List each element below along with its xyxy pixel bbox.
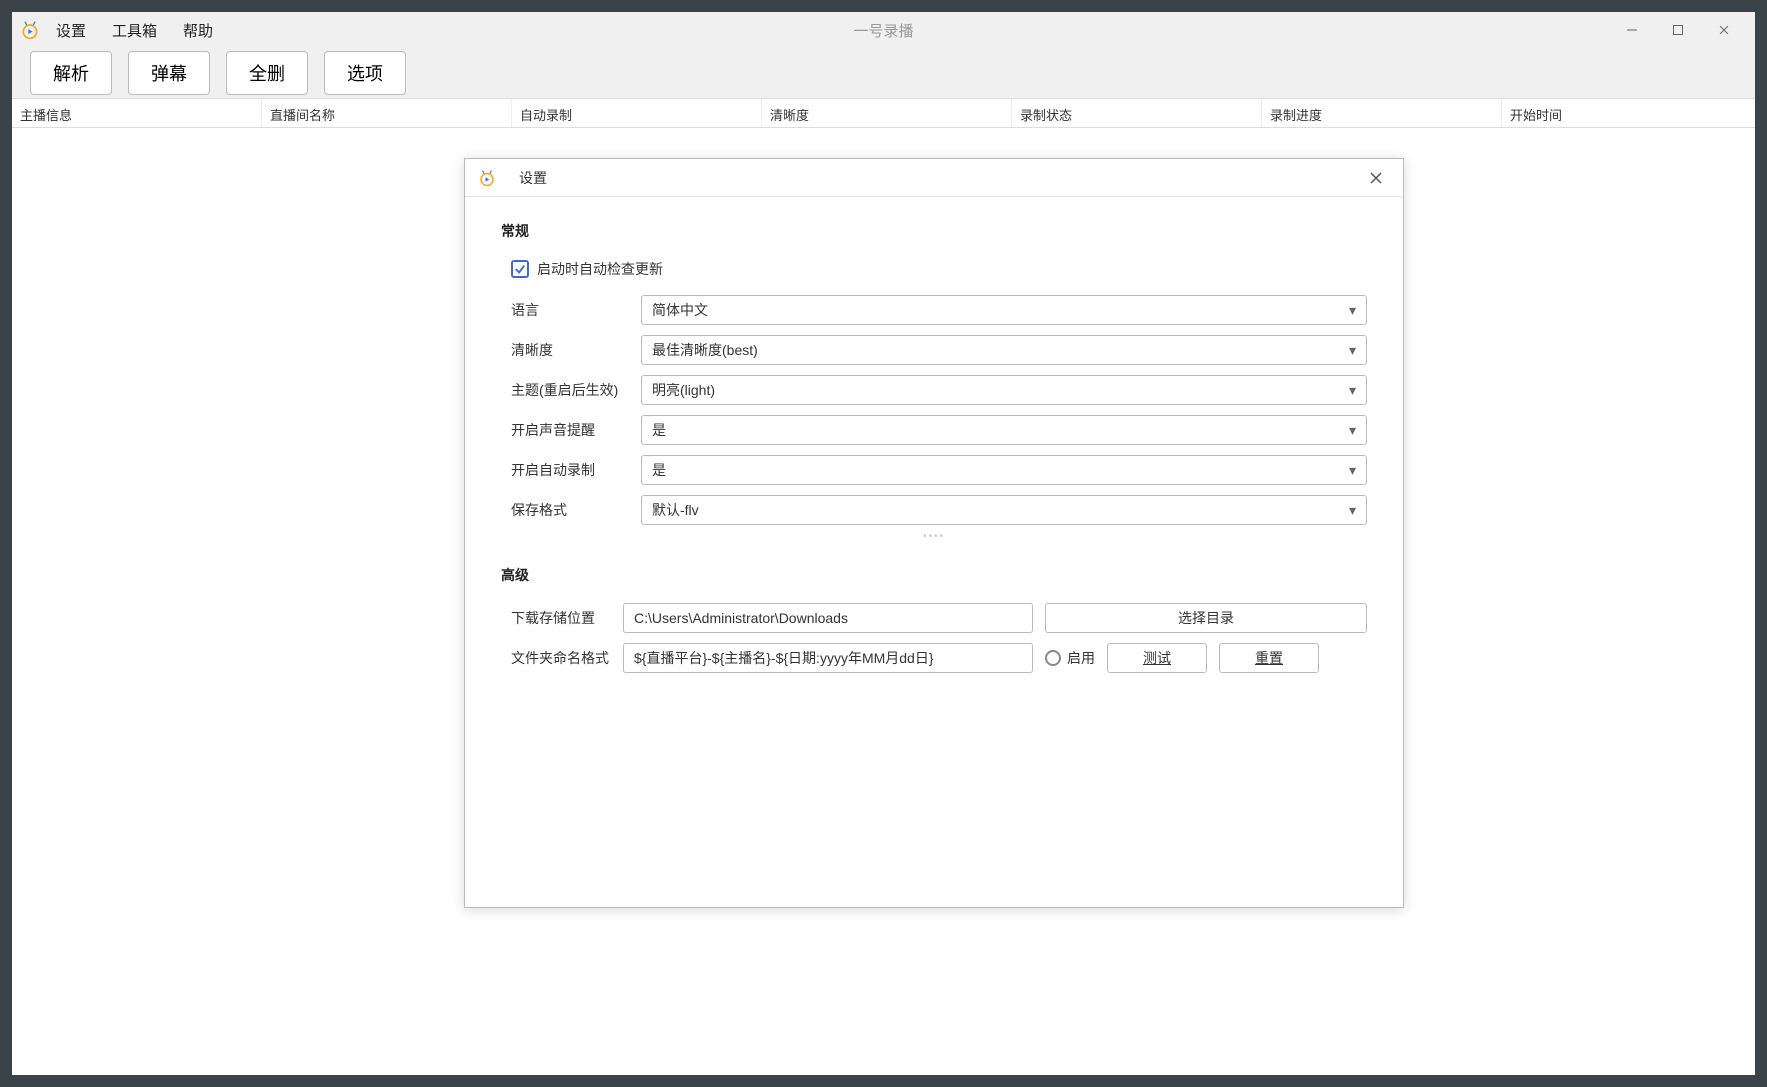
resize-grip-icon[interactable]: •••• — [923, 531, 945, 542]
auto-record-value: 是 — [652, 460, 666, 480]
check-update-row: 启动时自动检查更新 — [501, 259, 1367, 279]
chevron-down-icon: ▾ — [1349, 382, 1356, 399]
app-title: 一号录播 — [853, 20, 913, 41]
check-update-checkbox[interactable] — [511, 260, 529, 278]
format-label: 保存格式 — [511, 500, 641, 520]
titlebar: 设置 工具箱 帮助 一号录播 — [12, 12, 1755, 48]
folder-format-input[interactable] — [623, 643, 1033, 673]
format-select[interactable]: 默认-flv ▾ — [641, 495, 1367, 525]
menu-settings[interactable]: 设置 — [52, 18, 90, 43]
col-quality[interactable]: 清晰度 — [762, 99, 1012, 127]
options-button[interactable]: 选项 — [324, 51, 406, 95]
col-record-progress[interactable]: 录制进度 — [1262, 99, 1502, 127]
menu-toolbox[interactable]: 工具箱 — [108, 18, 161, 43]
chevron-down-icon: ▾ — [1349, 422, 1356, 439]
language-value: 简体中文 — [652, 300, 708, 320]
dialog-titlebar: 设置 — [465, 159, 1403, 197]
danmu-button[interactable]: 弹幕 — [128, 51, 210, 95]
test-button[interactable]: 测试 — [1107, 643, 1207, 673]
reset-button[interactable]: 重置 — [1219, 643, 1319, 673]
language-select[interactable]: 简体中文 ▾ — [641, 295, 1367, 325]
window-controls — [1609, 15, 1747, 45]
enable-radio-group: 启用 — [1045, 648, 1095, 668]
close-button[interactable] — [1701, 15, 1747, 45]
language-label: 语言 — [511, 300, 641, 320]
section-advanced-title: 高级 — [501, 565, 1367, 585]
delete-all-button[interactable]: 全删 — [226, 51, 308, 95]
section-general-title: 常规 — [501, 221, 1367, 241]
chevron-down-icon: ▾ — [1349, 342, 1356, 359]
quality-select[interactable]: 最佳清晰度(best) ▾ — [641, 335, 1367, 365]
sound-value: 是 — [652, 420, 666, 440]
col-anchor-info[interactable]: 主播信息 — [12, 99, 262, 127]
chevron-down-icon: ▾ — [1349, 302, 1356, 319]
toolbar: 解析 弹幕 全删 选项 — [12, 48, 1755, 98]
chevron-down-icon: ▾ — [1349, 502, 1356, 519]
theme-select[interactable]: 明亮(light) ▾ — [641, 375, 1367, 405]
table-header: 主播信息 直播间名称 自动录制 清晰度 录制状态 录制进度 开始时间 — [12, 98, 1755, 128]
folder-format-label: 文件夹命名格式 — [511, 648, 611, 668]
enable-label: 启用 — [1067, 648, 1095, 668]
enable-radio[interactable] — [1045, 650, 1061, 666]
col-start-time[interactable]: 开始时间 — [1502, 99, 1755, 127]
download-path-input[interactable] — [623, 603, 1033, 633]
theme-value: 明亮(light) — [652, 380, 715, 400]
menu-help[interactable]: 帮助 — [179, 18, 217, 43]
maximize-button[interactable] — [1655, 15, 1701, 45]
format-value: 默认-flv — [652, 500, 699, 520]
app-window: 设置 工具箱 帮助 一号录播 解析 弹幕 全删 选项 主播信息 直播间名称 自动… — [12, 12, 1755, 1075]
content-area: 设置 常规 启动时自动检查更新 语言 简体中文 ▾ — [12, 128, 1755, 1075]
sound-label: 开启声音提醒 — [511, 420, 641, 440]
menubar: 设置 工具箱 帮助 — [52, 18, 217, 43]
check-update-label: 启动时自动检查更新 — [537, 259, 663, 279]
dialog-body: 常规 启动时自动检查更新 语言 简体中文 ▾ 清晰度 — [465, 197, 1403, 907]
col-room-name[interactable]: 直播间名称 — [262, 99, 512, 127]
dialog-close-button[interactable] — [1361, 163, 1391, 193]
choose-dir-button[interactable]: 选择目录 — [1045, 603, 1367, 633]
quality-label: 清晰度 — [511, 340, 641, 360]
col-auto-record[interactable]: 自动录制 — [512, 99, 762, 127]
settings-dialog: 设置 常规 启动时自动检查更新 语言 简体中文 ▾ — [464, 158, 1404, 908]
auto-record-label: 开启自动录制 — [511, 460, 641, 480]
app-logo-icon — [20, 20, 40, 40]
dialog-title: 设置 — [519, 168, 547, 188]
chevron-down-icon: ▾ — [1349, 462, 1356, 479]
download-path-label: 下载存储位置 — [511, 608, 611, 628]
minimize-button[interactable] — [1609, 15, 1655, 45]
quality-value: 最佳清晰度(best) — [652, 340, 758, 360]
sound-select[interactable]: 是 ▾ — [641, 415, 1367, 445]
col-record-status[interactable]: 录制状态 — [1012, 99, 1262, 127]
dialog-logo-icon — [477, 168, 497, 188]
parse-button[interactable]: 解析 — [30, 51, 112, 95]
auto-record-select[interactable]: 是 ▾ — [641, 455, 1367, 485]
theme-label: 主题(重启后生效) — [511, 380, 641, 400]
